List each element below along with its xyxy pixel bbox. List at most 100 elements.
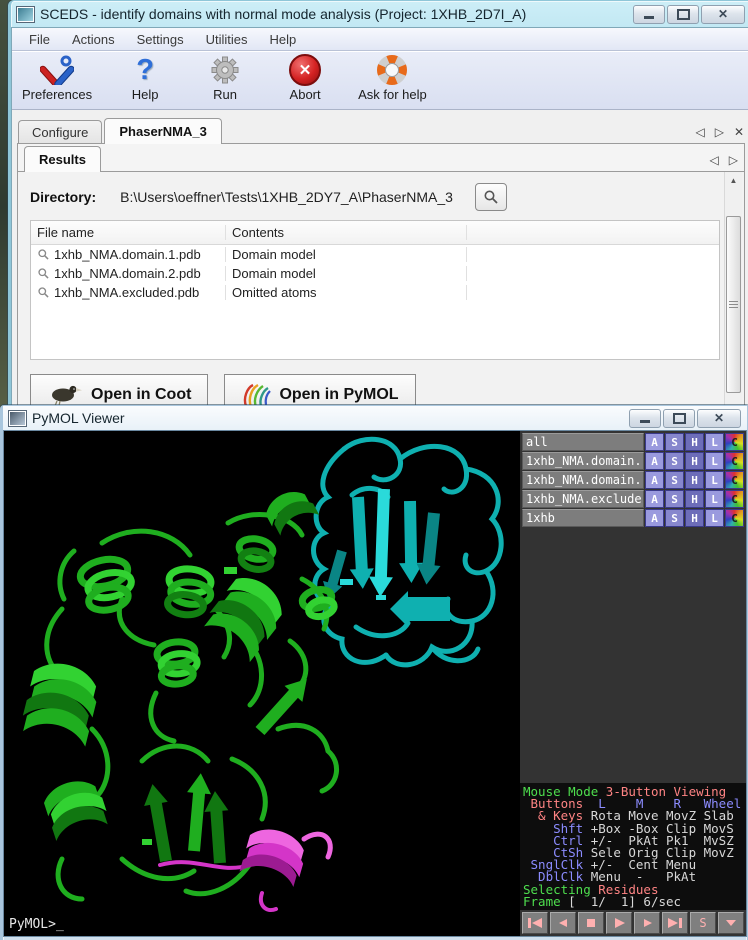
show-menu-button[interactable]: S: [665, 433, 684, 451]
table-row[interactable]: 1xhb_NMA.domain.1.pdb Domain model: [31, 245, 719, 264]
file-table-header[interactable]: File name Contents: [31, 221, 719, 245]
ask-for-help-button[interactable]: Ask for help: [358, 54, 427, 102]
step-forward-button[interactable]: [634, 912, 660, 934]
label-menu-button[interactable]: L: [705, 433, 724, 451]
object-name[interactable]: 1xhb_NMA.exclude: [522, 490, 644, 508]
playback-controls: S: [520, 910, 746, 936]
help-button[interactable]: ? Help: [118, 54, 172, 102]
file-contents: Omitted atoms: [226, 285, 467, 300]
action-menu-button[interactable]: A: [645, 433, 664, 451]
button-label: Open in PyMOL: [279, 386, 398, 404]
preferences-button[interactable]: Preferences: [22, 54, 92, 102]
table-row[interactable]: 1xhb_NMA.excluded.pdb Omitted atoms: [31, 283, 719, 302]
browse-directory-button[interactable]: [475, 183, 507, 211]
object-row[interactable]: all A S H L C: [522, 433, 744, 451]
action-menu-button[interactable]: A: [645, 509, 664, 527]
file-name: 1xhb_NMA.excluded.pdb: [54, 285, 199, 300]
tab-results[interactable]: Results: [24, 146, 101, 172]
toolbar: Preferences ? Help: [12, 51, 748, 110]
hide-menu-button[interactable]: H: [685, 490, 704, 508]
sceds-titlebar[interactable]: SCEDS - identify domains with normal mod…: [11, 1, 748, 27]
tab-configure[interactable]: Configure: [18, 120, 102, 144]
menu-utilities[interactable]: Utilities: [197, 30, 257, 49]
file-name: 1xhb_NMA.domain.2.pdb: [54, 266, 201, 281]
label-menu-button[interactable]: L: [705, 452, 724, 470]
pymol-3d-viewport[interactable]: PyMOL>_: [4, 431, 520, 936]
action-menu-button[interactable]: A: [645, 471, 664, 489]
color-menu-button[interactable]: C: [725, 471, 744, 489]
frame-counter-line: Frame [ 1/ 1] 6/sec: [523, 896, 745, 908]
close-button[interactable]: ✕: [697, 409, 741, 428]
object-name[interactable]: 1xhb_NMA.domain.: [522, 452, 644, 470]
color-menu-button[interactable]: C: [725, 433, 744, 451]
label-menu-button[interactable]: L: [705, 471, 724, 489]
color-menu-button[interactable]: C: [725, 452, 744, 470]
hide-menu-button[interactable]: H: [685, 433, 704, 451]
minimize-button[interactable]: [629, 409, 661, 428]
tab-prev-icon[interactable]: ◁: [695, 125, 704, 139]
frame-menu-button[interactable]: [718, 912, 744, 934]
phasernma-panel: Results ◁ ▷ Directory: B:\Users\oeffner\…: [17, 143, 745, 412]
label-menu-button[interactable]: L: [705, 490, 724, 508]
menu-file[interactable]: File: [20, 30, 59, 49]
results-scrollbar[interactable]: ▲ ▼: [724, 172, 742, 412]
play-button[interactable]: [606, 912, 632, 934]
skip-to-end-button[interactable]: [662, 912, 688, 934]
lifebuoy-icon: [377, 54, 407, 86]
color-menu-button[interactable]: C: [725, 509, 744, 527]
menu-actions[interactable]: Actions: [63, 30, 124, 49]
stop-button[interactable]: [578, 912, 604, 934]
pymol-command-prompt[interactable]: PyMOL>_: [9, 917, 64, 932]
stop-icon: [584, 918, 598, 928]
tab-next-icon[interactable]: ▷: [729, 153, 738, 167]
run-button[interactable]: Run: [198, 54, 252, 102]
hide-menu-button[interactable]: H: [685, 509, 704, 527]
scroll-up-icon[interactable]: ▲: [725, 172, 742, 188]
pymol-titlebar[interactable]: PyMOL Viewer ✕: [3, 406, 747, 430]
maximize-icon: [677, 9, 690, 20]
abort-button[interactable]: ✕ Abort: [278, 54, 332, 102]
tab-prev-icon[interactable]: ◁: [710, 153, 719, 167]
toolbar-label: Run: [213, 87, 237, 102]
maximize-button[interactable]: [667, 5, 699, 24]
tab-next-icon[interactable]: ▷: [715, 125, 724, 139]
column-file-name[interactable]: File name: [31, 225, 226, 240]
scrollbar-thumb[interactable]: [726, 216, 741, 393]
object-row[interactable]: 1xhb_NMA.exclude A S H L C: [522, 490, 744, 508]
tab-phasernma-3[interactable]: PhaserNMA_3: [104, 118, 221, 144]
show-menu-button[interactable]: S: [665, 471, 684, 489]
object-name[interactable]: all: [522, 433, 644, 451]
scrollbar-track[interactable]: [725, 188, 742, 406]
object-row[interactable]: 1xhb_NMA.domain. A S H L C: [522, 452, 744, 470]
s-button[interactable]: S: [690, 912, 716, 934]
label-menu-button[interactable]: L: [705, 509, 724, 527]
close-button[interactable]: ✕: [701, 5, 745, 24]
protein-ribbon-render: [4, 431, 516, 936]
object-row[interactable]: 1xhb_NMA.domain. A S H L C: [522, 471, 744, 489]
skip-to-start-button[interactable]: [522, 912, 548, 934]
action-menu-button[interactable]: A: [645, 490, 664, 508]
menu-settings[interactable]: Settings: [128, 30, 193, 49]
hide-menu-button[interactable]: H: [685, 471, 704, 489]
table-row[interactable]: 1xhb_NMA.domain.2.pdb Domain model: [31, 264, 719, 283]
object-name[interactable]: 1xhb_NMA.domain.: [522, 471, 644, 489]
menu-help[interactable]: Help: [260, 30, 305, 49]
object-row[interactable]: 1xhb A S H L C: [522, 509, 744, 527]
color-menu-button[interactable]: C: [725, 490, 744, 508]
maximize-button[interactable]: [663, 409, 695, 428]
show-menu-button[interactable]: S: [665, 509, 684, 527]
show-menu-button[interactable]: S: [665, 452, 684, 470]
pymol-side-panel: all A S H L C 1xhb_NMA.domain. A S H L C: [520, 431, 746, 936]
skip-to-end-icon: [668, 918, 682, 928]
action-menu-button[interactable]: A: [645, 452, 664, 470]
column-contents[interactable]: Contents: [226, 225, 467, 240]
pymol-window: PyMOL Viewer ✕: [0, 405, 748, 940]
minimize-button[interactable]: [633, 5, 665, 24]
coot-bird-icon: [47, 383, 83, 407]
hide-menu-button[interactable]: H: [685, 452, 704, 470]
step-back-button[interactable]: [550, 912, 576, 934]
show-menu-button[interactable]: S: [665, 490, 684, 508]
object-name[interactable]: 1xhb: [522, 509, 644, 527]
tab-close-icon[interactable]: ✕: [734, 125, 744, 139]
magnifier-icon: [37, 248, 50, 261]
